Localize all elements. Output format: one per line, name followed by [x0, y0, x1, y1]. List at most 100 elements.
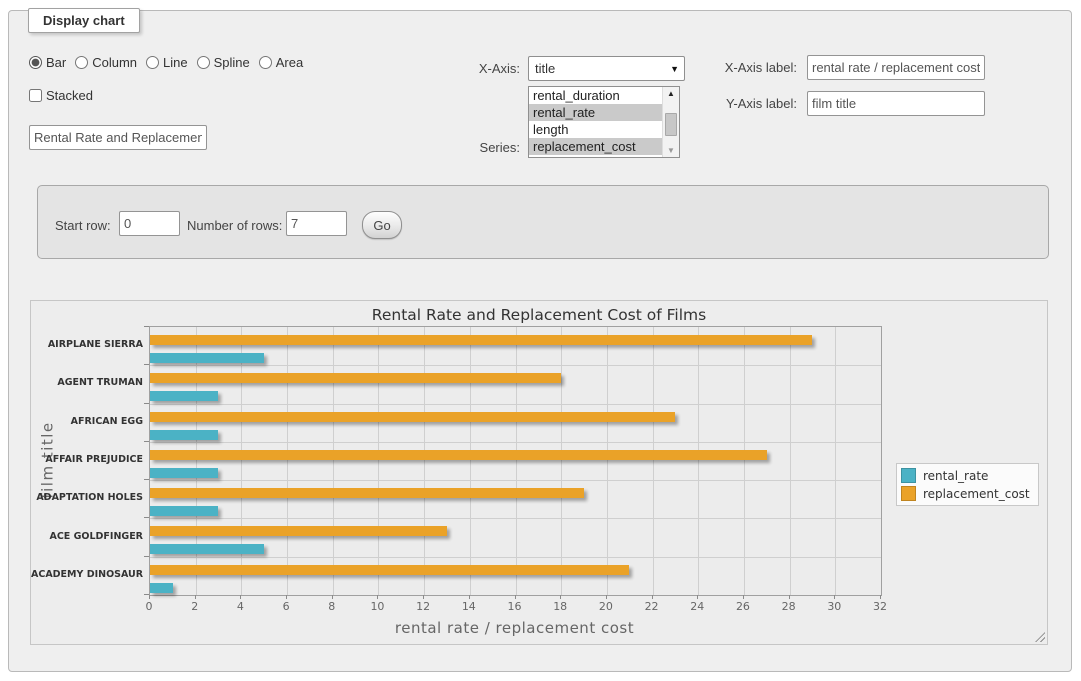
x-axis-label-input[interactable]	[807, 55, 985, 80]
tick-mark	[560, 595, 561, 599]
x-tick-label: 28	[782, 600, 796, 613]
tick-mark	[606, 595, 607, 599]
series-option-length[interactable]: length	[529, 121, 662, 138]
chart-type-area-label: Area	[276, 55, 303, 70]
scrollbar-thumb[interactable]	[665, 113, 677, 136]
tick-mark	[144, 517, 149, 518]
tick-mark	[743, 595, 744, 599]
bar-rental_rate	[150, 353, 264, 363]
x-tick-label: 24	[690, 600, 704, 613]
chart-type-bar-radio[interactable]	[29, 56, 42, 69]
start-row-label: Start row:	[55, 218, 111, 233]
x-tick-labels: 02468101214161820222426283032	[149, 600, 880, 614]
gridline	[378, 327, 379, 595]
x-tick-label: 20	[599, 600, 613, 613]
chart-type-group: Bar Column Line Spline Area	[29, 55, 303, 70]
gridline	[470, 327, 471, 595]
bar-replacement_cost	[150, 412, 675, 422]
category-label: AIRPLANE SIERRA	[31, 339, 143, 350]
series-option-rental_duration[interactable]: rental_duration	[529, 87, 662, 104]
legend-label: replacement_cost	[923, 487, 1030, 501]
series-scrollbar[interactable]: ▲ ▼	[662, 87, 679, 157]
gridline	[744, 327, 745, 595]
chart-type-spline[interactable]: Spline	[197, 55, 250, 70]
chart-type-line-label: Line	[163, 55, 188, 70]
chart-type-area-radio[interactable]	[259, 56, 272, 69]
series-option-replacement_cost[interactable]: replacement_cost	[529, 138, 662, 155]
bar-rental_rate	[150, 506, 218, 516]
y-axis-label-input[interactable]	[807, 91, 985, 116]
chart-type-spline-label: Spline	[214, 55, 250, 70]
legend-item-replacement_cost: replacement_cost	[901, 486, 1030, 501]
chart-type-bar-label: Bar	[46, 55, 66, 70]
start-row-input[interactable]	[119, 211, 180, 236]
tick-mark	[515, 595, 516, 599]
stacked-checkbox[interactable]	[29, 89, 42, 102]
category-label: ACADEMY DINOSAUR	[31, 569, 143, 580]
x-axis-label-label: X-Axis label:	[705, 60, 797, 75]
x-tick-label: 0	[146, 600, 153, 613]
tick-mark	[195, 595, 196, 599]
tick-mark	[144, 403, 149, 404]
chart-legend: rental_rate replacement_cost	[896, 463, 1039, 506]
tick-mark	[144, 479, 149, 480]
x-tick-label: 18	[553, 600, 567, 613]
series-options: rental_durationrental_ratelengthreplacem…	[529, 87, 662, 157]
dropdown-arrow-icon: ▼	[670, 64, 679, 74]
tick-mark	[144, 556, 149, 557]
chart-type-column-radio[interactable]	[75, 56, 88, 69]
scroll-up-icon[interactable]: ▲	[663, 87, 679, 100]
tick-mark	[834, 595, 835, 599]
x-tick-label: 30	[827, 600, 841, 613]
tick-mark	[652, 595, 653, 599]
stacked-option[interactable]: Stacked	[29, 88, 93, 103]
series-option-rental_rate[interactable]: rental_rate	[529, 104, 662, 121]
chart-type-area[interactable]: Area	[259, 55, 303, 70]
gridline	[653, 327, 654, 595]
chart-type-line[interactable]: Line	[146, 55, 188, 70]
go-button[interactable]: Go	[362, 211, 402, 239]
chart-type-bar[interactable]: Bar	[29, 55, 66, 70]
chart-title-input[interactable]	[29, 125, 207, 150]
category-label: ADAPTATION HOLES	[31, 492, 143, 503]
gridline	[333, 327, 334, 595]
gridline	[150, 518, 881, 519]
legend-label: rental_rate	[923, 469, 988, 483]
x-axis-select[interactable]: title ▼	[528, 56, 685, 81]
category-label: AGENT TRUMAN	[31, 377, 143, 388]
bar-replacement_cost	[150, 450, 767, 460]
tick-mark	[144, 594, 149, 595]
x-tick-label: 10	[370, 600, 384, 613]
x-tick-label: 14	[462, 600, 476, 613]
chart-builder-page: Display chart Bar Column Line Spline Are…	[0, 0, 1081, 681]
gridline	[196, 327, 197, 595]
tick-mark	[469, 595, 470, 599]
rental_rate-swatch-icon	[901, 468, 916, 483]
tick-mark	[144, 326, 149, 327]
x-axis-selected-value: title	[535, 61, 555, 76]
gridline	[150, 442, 881, 443]
plot-area	[149, 326, 882, 596]
bar-replacement_cost	[150, 565, 629, 575]
fieldset-legend-label: Display chart	[43, 13, 125, 28]
bar-rental_rate	[150, 468, 218, 478]
chart-type-column[interactable]: Column	[75, 55, 137, 70]
x-tick-label: 8	[328, 600, 335, 613]
fieldset-legend: Display chart	[28, 8, 140, 33]
bar-replacement_cost	[150, 335, 812, 345]
replacement_cost-swatch-icon	[901, 486, 916, 501]
bar-rental_rate	[150, 583, 173, 593]
chart-type-spline-radio[interactable]	[197, 56, 210, 69]
category-label: ACE GOLDFINGER	[31, 531, 143, 542]
x-axis-title: rental rate / replacement cost	[149, 619, 880, 637]
resize-handle-icon[interactable]	[1035, 632, 1045, 642]
legend-item-rental_rate: rental_rate	[901, 468, 1030, 483]
series-listbox[interactable]: rental_durationrental_ratelengthreplacem…	[528, 86, 680, 158]
chart-type-line-radio[interactable]	[146, 56, 159, 69]
num-rows-input[interactable]	[286, 211, 347, 236]
x-tick-label: 6	[283, 600, 290, 613]
y-axis-label-label: Y-Axis label:	[705, 96, 797, 111]
x-tick-label: 32	[873, 600, 887, 613]
gridline	[150, 557, 881, 558]
scroll-down-icon[interactable]: ▼	[663, 144, 679, 157]
